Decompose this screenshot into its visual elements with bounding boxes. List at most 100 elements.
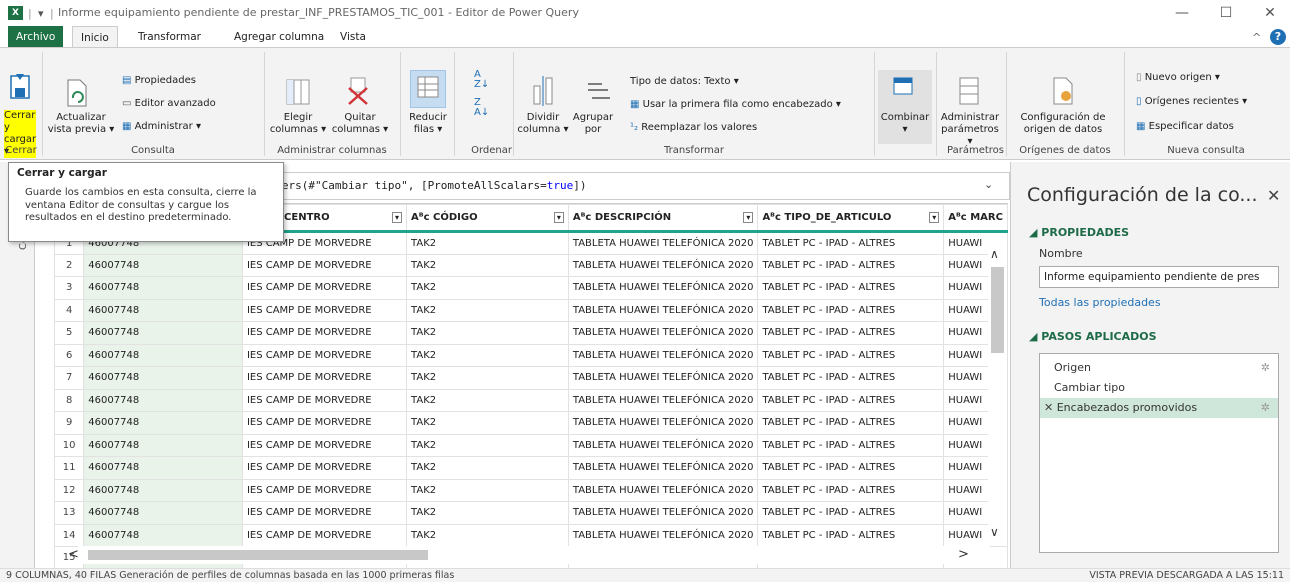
refresh-preview-button[interactable]: Actualizar vista previa ▾	[46, 112, 116, 136]
table-cell[interactable]: IES CAMP DE MORVEDRE	[241, 253, 408, 277]
table-cell[interactable]: TAK2	[406, 501, 569, 525]
table-row[interactable]: 3 46007748 IES CAMP DE MORVEDRE TAK2 TABLETA…	[54, 276, 1008, 300]
choose-columns-button[interactable]: Elegir columnas ▾	[268, 112, 328, 136]
filter-dropdown-icon[interactable]: ▾	[929, 212, 940, 223]
table-cell[interactable]: IES CAMP DE MORVEDRE	[241, 366, 408, 390]
row-number[interactable]: 14	[54, 523, 85, 547]
table-cell[interactable]: TAK2	[406, 388, 569, 412]
table-cell[interactable]: TAK2	[406, 231, 569, 255]
scroll-up-icon[interactable]: ∧	[990, 247, 999, 261]
row-number[interactable]: 2	[54, 253, 85, 277]
sort-descending-icon[interactable]: Z A↓	[474, 98, 489, 118]
row-number[interactable]: 5	[54, 321, 85, 345]
table-cell[interactable]: TABLETA HUAWEI TELEFÓNICA 2020	[567, 388, 759, 412]
table-cell[interactable]: IES CAMP DE MORVEDRE	[241, 478, 408, 502]
table-cell[interactable]: TABLETA HUAWEI TELEFÓNICA 2020	[567, 366, 759, 390]
row-number[interactable]: 7	[54, 366, 85, 390]
properties-section[interactable]: ◢ PROPIEDADES	[1029, 226, 1129, 239]
table-cell[interactable]: IES CAMP DE MORVEDRE	[241, 298, 408, 322]
table-cell[interactable]: IES CAMP DE MORVEDRE	[241, 433, 408, 457]
table-cell[interactable]: TAK2	[406, 366, 569, 390]
table-cell[interactable]: TABLETA HUAWEI TELEFÓNICA 2020	[567, 276, 759, 300]
properties-button[interactable]: ▤ Propiedades	[122, 75, 196, 86]
row-number[interactable]: 12	[54, 478, 85, 502]
table-cell[interactable]: TAK2	[406, 343, 569, 367]
table-cell[interactable]: TABLETA HUAWEI TELEFÓNICA 2020	[567, 433, 759, 457]
tab-archivo[interactable]: Archivo	[8, 26, 64, 48]
scroll-left-icon[interactable]: <	[68, 547, 79, 562]
row-number[interactable]: 13	[54, 501, 85, 525]
table-row[interactable]: 9 46007748 IES CAMP DE MORVEDRE TAK2 TABLETA…	[54, 411, 1008, 435]
header-tipo-articulo[interactable]: Aᴮc TIPO_DE_ARTICULO ▾	[757, 204, 945, 233]
table-cell[interactable]: TABLETA HUAWEI TELEFÓNICA 2020	[567, 343, 759, 367]
applied-steps-section[interactable]: ◢ PASOS APLICADOS	[1029, 330, 1157, 343]
tab-agregar-columna[interactable]: Agregar columna	[226, 26, 332, 48]
table-cell[interactable]: 46007748	[83, 298, 243, 322]
table-cell[interactable]: IES CAMP DE MORVEDRE	[241, 523, 408, 547]
table-cell[interactable]: 46007748	[83, 276, 243, 300]
table-cell[interactable]: TAK2	[406, 456, 569, 480]
table-cell[interactable]: IES CAMP DE MORVEDRE	[241, 456, 408, 480]
row-number[interactable]: 10	[54, 433, 85, 457]
header-marca[interactable]: Aᴮc MARC	[943, 204, 1008, 233]
table-cell[interactable]: TABLET PC - IPAD - ALTRES	[757, 231, 945, 255]
row-number[interactable]: 3	[54, 276, 85, 300]
row-number[interactable]: 8	[54, 388, 85, 412]
row-number[interactable]: 9	[54, 411, 85, 435]
gear-icon[interactable]: ✲	[1261, 358, 1270, 378]
table-cell[interactable]: 46007748	[83, 433, 243, 457]
collapse-ribbon-icon[interactable]: ^	[1252, 31, 1261, 44]
all-properties-link[interactable]: Todas las propiedades	[1039, 296, 1161, 309]
table-cell[interactable]: 46007748	[83, 411, 243, 435]
table-row[interactable]: 6 46007748 IES CAMP DE MORVEDRE TAK2 TABLETA…	[54, 343, 1008, 367]
step-encabezados-promovidos[interactable]: ✕ Encabezados promovidos ✲	[1040, 398, 1278, 418]
table-cell[interactable]: TABLETA HUAWEI TELEFÓNICA 2020	[567, 478, 759, 502]
table-cell[interactable]: TABLET PC - IPAD - ALTRES	[757, 433, 945, 457]
table-row[interactable]: 13 46007748 IES CAMP DE MORVEDRE TAK2 TABLET…	[54, 501, 1008, 525]
table-cell[interactable]: IES CAMP DE MORVEDRE	[241, 343, 408, 367]
table-cell[interactable]: IES CAMP DE MORVEDRE	[241, 411, 408, 435]
table-cell[interactable]: 46007748	[83, 501, 243, 525]
filter-dropdown-icon[interactable]: ▾	[392, 212, 403, 223]
filter-dropdown-icon[interactable]: ▾	[553, 212, 564, 223]
split-column-button[interactable]: Dividir columna ▾	[516, 112, 570, 136]
horizontal-scrollbar[interactable]: < >	[68, 546, 990, 564]
data-grid[interactable]: MBRE_CENTRO ▾ Aᴮc CÓDIGO ▾ Aᴮc DESCRIPCIÓN…	[54, 203, 1008, 568]
scroll-down-icon[interactable]: ∨	[990, 525, 999, 539]
tab-inicio[interactable]: Inicio	[72, 26, 118, 48]
table-cell[interactable]: 46007748	[83, 343, 243, 367]
table-cell[interactable]: TABLET PC - IPAD - ALTRES	[757, 253, 945, 277]
step-origen[interactable]: Origen ✲	[1040, 358, 1278, 378]
help-icon[interactable]: ?	[1270, 29, 1286, 45]
table-cell[interactable]: TABLET PC - IPAD - ALTRES	[757, 298, 945, 322]
table-cell[interactable]: TABLETA HUAWEI TELEFÓNICA 2020	[567, 411, 759, 435]
table-cell[interactable]: TABLETA HUAWEI TELEFÓNICA 2020	[567, 253, 759, 277]
table-cell[interactable]: TABLETA HUAWEI TELEFÓNICA 2020	[567, 523, 759, 547]
reduce-rows-button[interactable]: Reducir filas ▾	[406, 112, 450, 136]
panel-close-icon[interactable]: ✕	[1267, 186, 1280, 205]
table-cell[interactable]: TABLET PC - IPAD - ALTRES	[757, 501, 945, 525]
tab-vista[interactable]: Vista	[332, 26, 374, 48]
manage-parameters-button[interactable]: Administrar parámetros ▾	[940, 112, 1000, 148]
formula-bar[interactable]: eaders(#"Cambiar tipo", [PromoteAllScala…	[255, 172, 1010, 200]
tab-transformar[interactable]: Transformar	[130, 26, 209, 48]
table-row[interactable]: 2 46007748 IES CAMP DE MORVEDRE TAK2 TABLETA…	[54, 253, 1008, 277]
table-row[interactable]: 14 46007748 IES CAMP DE MORVEDRE TAK2 TABLET…	[54, 523, 1008, 547]
sort-ascending-icon[interactable]: A Z↓	[474, 70, 489, 90]
expand-formula-icon[interactable]: ⌄	[984, 178, 993, 191]
table-cell[interactable]: TABLET PC - IPAD - ALTRES	[757, 478, 945, 502]
scrollbar-thumb[interactable]	[991, 267, 1004, 353]
table-row[interactable]: 5 46007748 IES CAMP DE MORVEDRE TAK2 TABLETA…	[54, 321, 1008, 345]
close-button[interactable]: ✕	[1248, 2, 1290, 24]
remove-columns-button[interactable]: Quitar columnas ▾	[330, 112, 390, 136]
table-cell[interactable]: 46007748	[83, 456, 243, 480]
vertical-scrollbar[interactable]: ∧ ∨	[988, 245, 1007, 545]
filter-dropdown-icon[interactable]: ▾	[743, 212, 754, 223]
table-cell[interactable]: IES CAMP DE MORVEDRE	[241, 276, 408, 300]
table-cell[interactable]: TABLETA HUAWEI TELEFÓNICA 2020	[567, 321, 759, 345]
advanced-editor-button[interactable]: ▭ Editor avanzado	[122, 98, 216, 109]
table-cell[interactable]: TABLETA HUAWEI TELEFÓNICA 2020	[567, 456, 759, 480]
combine-button[interactable]: Combinar ▾	[878, 112, 932, 136]
table-row[interactable]: 8 46007748 IES CAMP DE MORVEDRE TAK2 TABLETA…	[54, 388, 1008, 412]
header-codigo[interactable]: Aᴮc CÓDIGO ▾	[406, 204, 569, 233]
